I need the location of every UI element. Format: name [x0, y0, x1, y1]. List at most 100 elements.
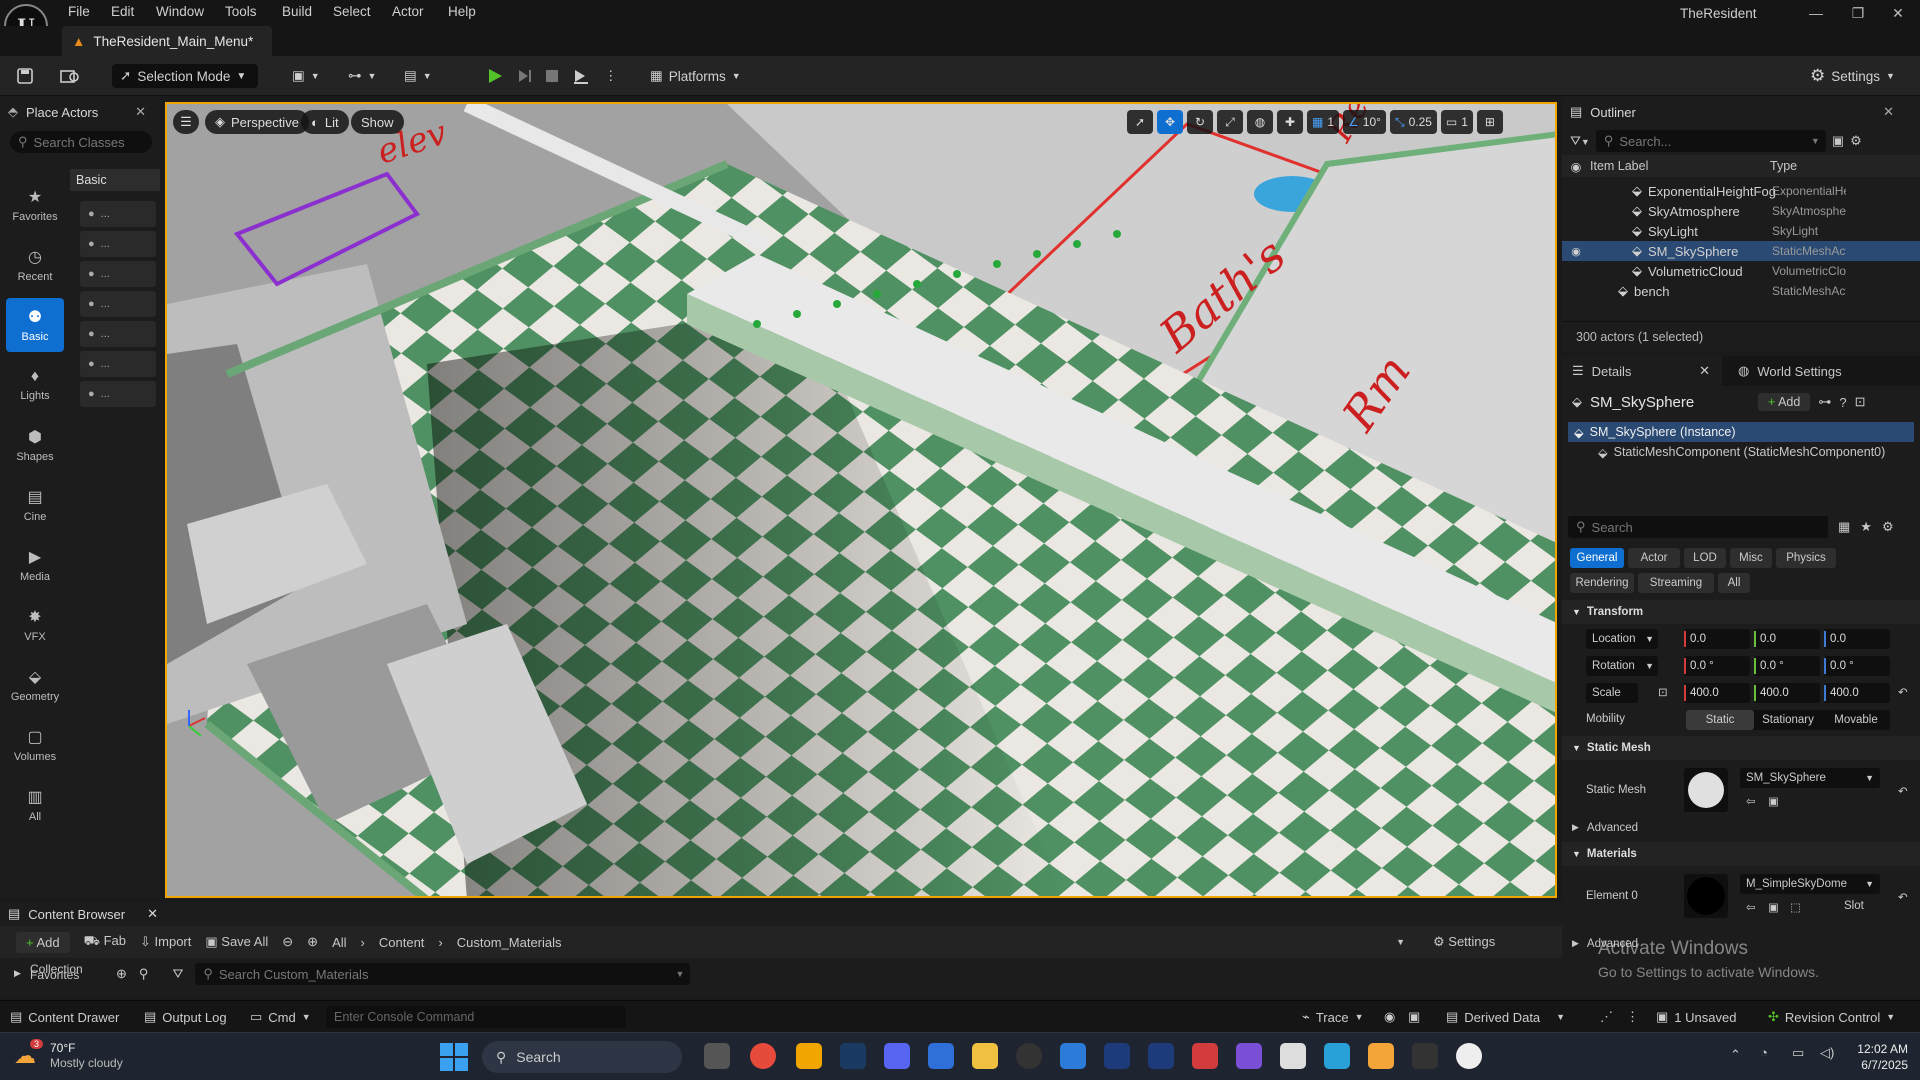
save-all-button[interactable]: ▣ Save All — [205, 934, 268, 950]
category-lights[interactable]: ♦ Lights — [6, 358, 64, 412]
steam-icon[interactable] — [840, 1043, 866, 1069]
category-all[interactable]: ▥ All — [6, 778, 64, 832]
rotation-y-field[interactable]: 0.0 ° — [1754, 656, 1820, 676]
material-options-icon[interactable]: ⬚ — [1790, 900, 1801, 914]
scale-tool-icon[interactable]: ⤢ — [1217, 110, 1243, 134]
console-input[interactable]: Enter Console Command — [326, 1006, 626, 1028]
eject-icon[interactable] — [572, 64, 590, 88]
play-icon[interactable] — [486, 64, 504, 88]
monitor-icon[interactable]: ▭ — [1792, 1045, 1804, 1061]
filter-icon[interactable]: ⛛ — [172, 966, 183, 982]
translate-tool-icon[interactable]: ✥ — [1157, 110, 1183, 134]
component-mesh-row[interactable]: ⬙ StaticMeshComponent (StaticMeshCompone… — [1568, 442, 1914, 462]
reset-icon[interactable]: ↶ — [1898, 890, 1908, 904]
grid-snap-button[interactable]: ▦ 1 — [1307, 110, 1340, 134]
use-selected-icon[interactable]: ⇦ — [1746, 900, 1756, 914]
reset-icon[interactable]: ↶ — [1898, 685, 1908, 699]
platforms-button[interactable]: ▦ Platforms ▼ — [650, 64, 741, 88]
rotation-z-field[interactable]: 0.0 ° — [1824, 656, 1890, 676]
menu-actor[interactable]: Actor — [392, 4, 424, 19]
outliner-row[interactable]: ⬙ SkyLight SkyLight — [1562, 221, 1920, 241]
details-search-input[interactable]: ⚲ Search — [1568, 516, 1828, 538]
search-classes-input[interactable]: ⚲ Search Classes — [10, 131, 152, 153]
level-viewport[interactable]: elev Re Bath's Rm ☰ ◈ Perspective ◐ Lit … — [165, 102, 1557, 898]
notepad-icon[interactable] — [1060, 1043, 1086, 1069]
close-icon[interactable]: ✕ — [147, 906, 158, 922]
task-view-icon[interactable] — [704, 1043, 730, 1069]
minimize-icon[interactable]: — — [1794, 0, 1838, 26]
app-icon-5[interactable] — [1368, 1043, 1394, 1069]
screenshot-icon[interactable]: ▣ — [1408, 1009, 1420, 1025]
materials-section[interactable]: ▼ Materials — [1562, 842, 1920, 866]
scale-dropdown[interactable]: Scale — [1586, 683, 1638, 703]
menu-build[interactable]: Build — [282, 4, 312, 19]
browse-icon[interactable] — [60, 64, 80, 88]
use-selected-icon[interactable]: ⇦ — [1746, 794, 1756, 808]
filter-actor[interactable]: Actor — [1628, 548, 1680, 568]
app-icon-2[interactable] — [1148, 1043, 1174, 1069]
app-icon-3[interactable] — [1192, 1043, 1218, 1069]
mobility-movable[interactable]: Movable — [1822, 710, 1890, 730]
rotation-snap-button[interactable]: ∠ 10° — [1343, 110, 1386, 134]
layout-icon[interactable]: ⊞ — [1476, 110, 1503, 134]
show-button[interactable]: Show — [351, 110, 404, 134]
filter-icon[interactable]: ⛛▼ — [1570, 133, 1590, 149]
rotation-x-field[interactable]: 0.0 ° — [1684, 656, 1750, 676]
filter-lod[interactable]: LOD — [1684, 548, 1726, 568]
static-mesh-dropdown[interactable]: SM_SkySphere ▼ — [1740, 768, 1880, 788]
component-instance-row[interactable]: ⬙ SM_SkySphere (Instance) — [1568, 422, 1914, 442]
menu-edit[interactable]: Edit — [111, 4, 134, 19]
category-recent[interactable]: ◷ Recent — [6, 238, 64, 292]
settings-button[interactable]: ⚙ Settings ▼ — [1810, 64, 1895, 88]
lighting-mode-button[interactable]: ◐ Lit — [301, 110, 349, 134]
actor-item[interactable]: ●... — [80, 261, 156, 287]
actor-item[interactable]: ●... — [80, 321, 156, 347]
category-media[interactable]: ▶ Media — [6, 538, 64, 592]
back-icon[interactable]: ⊖ — [282, 934, 293, 950]
help-icon[interactable]: ? — [1839, 395, 1846, 410]
rotate-tool-icon[interactable]: ↻ — [1187, 110, 1213, 134]
browse-asset-icon[interactable]: ▣ — [1768, 794, 1779, 808]
favorites-toggle[interactable]: ▶ Collection Favorites — [14, 962, 104, 983]
static-mesh-section[interactable]: ▼ Static Mesh — [1562, 736, 1920, 760]
stop-icon[interactable] — [544, 64, 560, 88]
actor-item[interactable]: ●... — [80, 381, 156, 407]
lock-icon[interactable]: ⊡ — [1855, 394, 1866, 410]
menu-window[interactable]: Window — [156, 4, 204, 19]
breadcrumb-custom-materials[interactable]: Custom_Materials — [457, 935, 562, 950]
search-collections-icon[interactable]: ⚲ — [139, 966, 149, 982]
settings-button[interactable]: ⚙ Settings — [1433, 934, 1495, 950]
visibility-icon[interactable]: ◉ — [1562, 159, 1590, 174]
document-icon[interactable] — [1280, 1043, 1306, 1069]
outliner-search-input[interactable]: ⚲ Search... ▼ — [1595, 130, 1826, 152]
category-vfx[interactable]: ✸ VFX — [6, 598, 64, 652]
outliner-row[interactable]: ⬙ SkyAtmosphere SkyAtmospher — [1562, 201, 1920, 221]
mesh-thumbnail[interactable] — [1684, 768, 1728, 812]
location-dropdown[interactable]: Location ▼ — [1586, 629, 1658, 649]
revision-control-button[interactable]: ✣ Revision Control ▼ — [1768, 1009, 1895, 1025]
app-icon-4[interactable] — [1324, 1043, 1350, 1069]
mobility-static[interactable]: Static — [1686, 710, 1754, 730]
scale-y-field[interactable]: 400.0 — [1754, 683, 1820, 703]
actor-item[interactable]: ●... — [80, 201, 156, 227]
blueprint-icon[interactable]: ⊶ — [1818, 394, 1831, 410]
level-tab[interactable]: ▲ TheResident_Main_Menu* — [62, 26, 272, 56]
save-icon[interactable] — [16, 64, 34, 88]
menu-select[interactable]: Select — [333, 4, 371, 19]
scale-z-field[interactable]: 400.0 — [1824, 683, 1890, 703]
volume-icon[interactable]: ◁) — [1820, 1045, 1834, 1061]
outliner-row[interactable]: ◉ ⬙ SM_SkySphere StaticMeshAct — [1562, 241, 1920, 261]
filter-rendering[interactable]: Rendering — [1570, 573, 1634, 593]
chrome-icon[interactable] — [750, 1043, 776, 1069]
material-dropdown[interactable]: M_SimpleSkyDome ▼ — [1740, 874, 1880, 894]
category-volumes[interactable]: ▢ Volumes — [6, 718, 64, 772]
visual-studio-icon[interactable] — [1236, 1043, 1262, 1069]
location-z-field[interactable]: 0.0 — [1824, 629, 1890, 649]
location-x-field[interactable]: 0.0 — [1684, 629, 1750, 649]
trace-dropdown[interactable]: ⌁ Trace ▼ — [1302, 1009, 1364, 1025]
fab-button[interactable]: ⛟ Fab — [84, 933, 126, 951]
record-icon[interactable]: ◉ — [1384, 1009, 1395, 1025]
taskbar-search[interactable]: ⚲ Search — [482, 1041, 682, 1073]
unreal-engine-icon[interactable] — [1456, 1043, 1482, 1069]
filter-misc[interactable]: Misc — [1730, 548, 1772, 568]
